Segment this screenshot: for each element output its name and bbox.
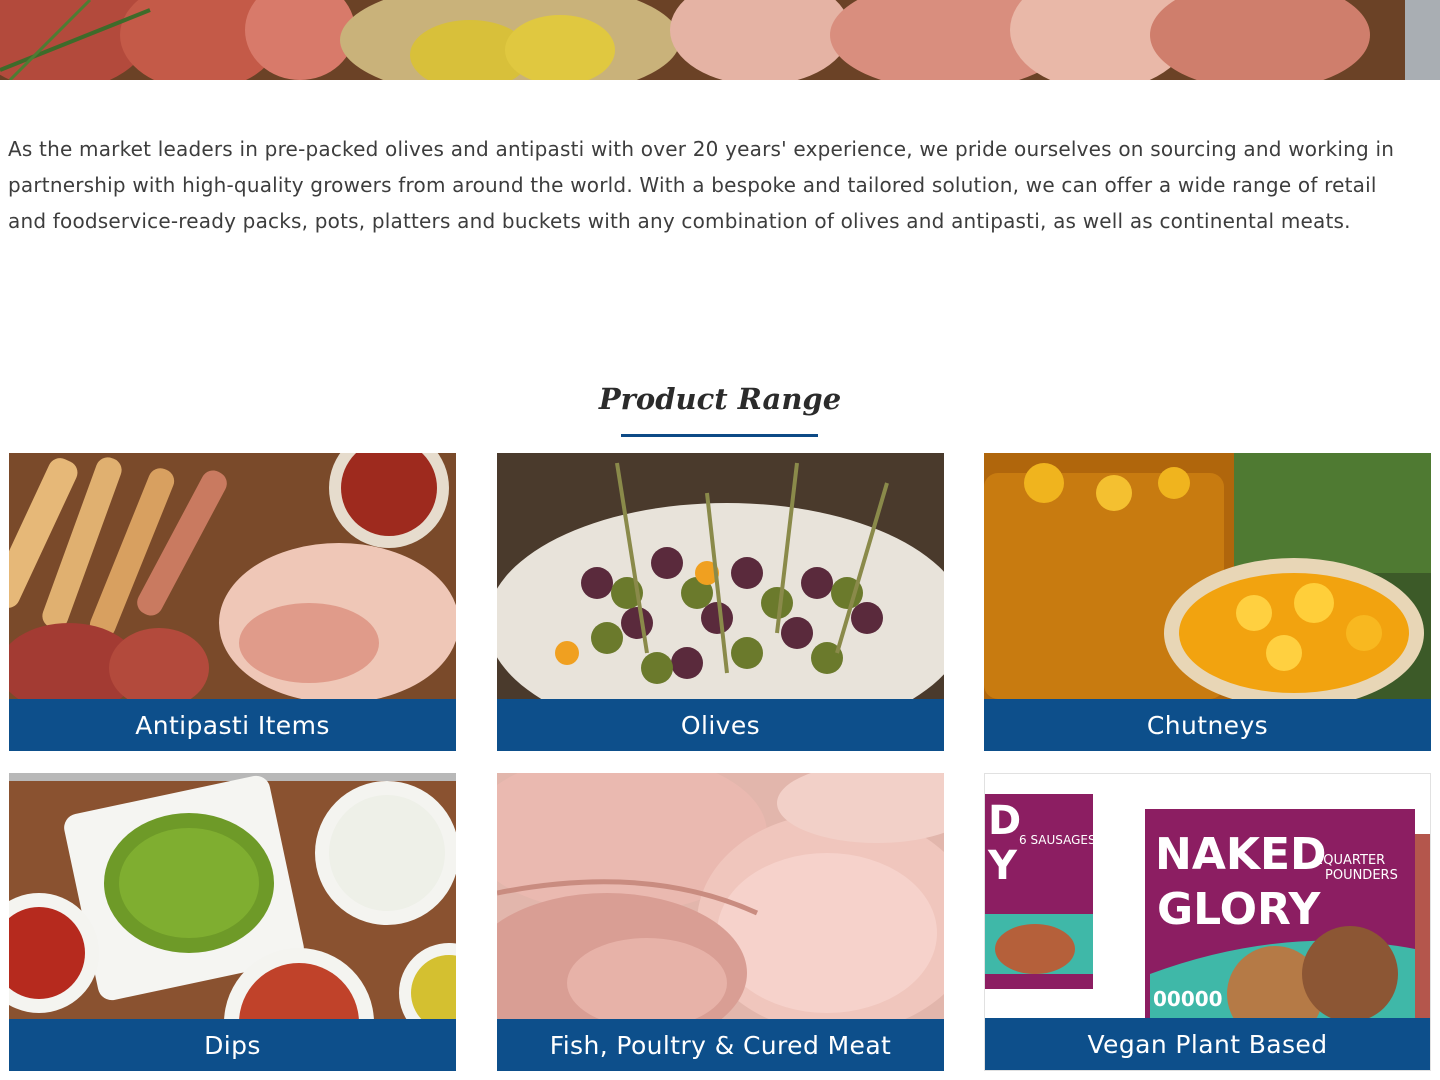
product-card-label: Vegan Plant Based	[985, 1018, 1430, 1070]
cured-meat-photo	[497, 773, 944, 1019]
product-card-label: Antipasti Items	[9, 699, 456, 751]
olives-photo	[497, 453, 944, 699]
product-card-chutneys[interactable]: Chutneys	[984, 453, 1431, 751]
product-card-vegan[interactable]: D Y 6 SAUSAGES NAKED GLORY 2QUARTER POUN…	[984, 773, 1431, 1071]
svg-text:6 SAUSAGES: 6 SAUSAGES	[1019, 833, 1096, 847]
product-card-cured-meat[interactable]: Fish, Poultry & Cured Meat	[497, 773, 944, 1071]
vegan-pack-photo: D Y 6 SAUSAGES NAKED GLORY 2QUARTER POUN…	[985, 774, 1430, 1020]
product-card-label: Chutneys	[984, 699, 1431, 751]
product-card-antipasti[interactable]: Antipasti Items	[9, 453, 456, 751]
dips-photo	[9, 773, 456, 1019]
svg-text:D: D	[988, 798, 1021, 844]
svg-text:00000: 00000	[1153, 987, 1223, 1011]
svg-text:2QUARTER: 2QUARTER	[1315, 853, 1385, 868]
title-underline	[621, 434, 818, 437]
svg-text:POUNDERS: POUNDERS	[1325, 868, 1398, 883]
product-card-olives[interactable]: Olives	[497, 453, 944, 751]
product-card-dips[interactable]: Dips	[9, 773, 456, 1071]
section-title: Product Range	[598, 382, 842, 416]
antipasti-photo	[9, 453, 456, 699]
product-card-label: Dips	[9, 1019, 456, 1071]
product-card-label: Olives	[497, 699, 944, 751]
svg-text:NAKED: NAKED	[1155, 829, 1327, 880]
chutney-photo	[984, 453, 1431, 699]
svg-text:GLORY: GLORY	[1157, 884, 1321, 935]
intro-paragraph: As the market leaders in pre-packed oliv…	[8, 137, 1395, 233]
svg-text:Y: Y	[987, 843, 1018, 889]
hero-banner-image	[0, 0, 1440, 80]
product-card-label: Fish, Poultry & Cured Meat	[497, 1019, 944, 1071]
